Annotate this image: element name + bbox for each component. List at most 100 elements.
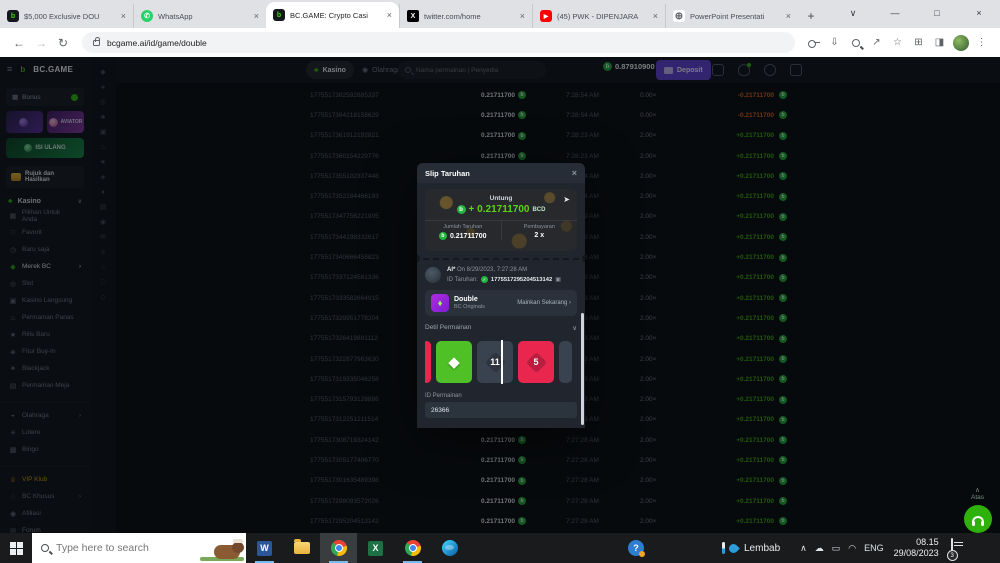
- verified-check-icon: ✓: [481, 276, 488, 283]
- bcd-coin-icon: b: [457, 205, 466, 214]
- tab-title: twitter.com/home: [424, 12, 517, 21]
- result-tile-red-partial: [425, 341, 431, 383]
- bookmark-star-icon[interactable]: ☆: [887, 32, 908, 53]
- tab-favicon: ✆: [141, 10, 153, 22]
- game-name: Double: [454, 296, 485, 303]
- weather-widget[interactable]: Lembab: [722, 542, 780, 554]
- browser-toolbar: ← → ↻ bcgame.ai/id/game/double ⇩ ↗ ☆ ⊞ ◨…: [0, 28, 1000, 57]
- tab-title: (45) PWK - DIPENJARA: [557, 12, 650, 21]
- browser-tab[interactable]: X twitter.com/home ×: [399, 4, 532, 28]
- notification-center[interactable]: 3: [951, 539, 953, 557]
- humidity-bar-icon: [722, 542, 725, 554]
- tab-search-icon[interactable]: ∨: [832, 0, 874, 26]
- taskbar-excel-icon[interactable]: X: [357, 533, 394, 563]
- user-avatar[interactable]: [425, 267, 441, 283]
- tray-icon[interactable]: ▭: [832, 543, 841, 554]
- play-now-link[interactable]: Mainkan Sekarang ›: [517, 300, 571, 306]
- reload-icon[interactable]: ↻: [52, 32, 74, 54]
- tray-icon[interactable]: ◠: [848, 543, 856, 554]
- close-button[interactable]: ×: [958, 0, 1000, 26]
- tab-close-icon[interactable]: ×: [387, 10, 392, 20]
- tab-title: WhatsApp: [158, 12, 251, 21]
- result-tile-11: 11: [477, 341, 513, 383]
- side-panel-icon[interactable]: ◨: [929, 32, 950, 53]
- menu-dots-icon[interactable]: ⋮: [971, 32, 992, 53]
- payout-value: 2 x: [534, 232, 544, 239]
- taskbar-word-icon[interactable]: W: [246, 533, 283, 563]
- modal-scrollbar[interactable]: [581, 313, 584, 425]
- game-row[interactable]: ♦ Double BC Originals Mainkan Sekarang ›: [425, 290, 577, 316]
- bet-id-label: ID Taruhan:: [447, 277, 478, 283]
- game-details-toggle[interactable]: Detil Permainan ∨: [425, 324, 577, 332]
- maximize-button[interactable]: □: [916, 0, 958, 26]
- language-indicator[interactable]: ENG: [864, 543, 884, 553]
- search-tabs-icon[interactable]: [845, 32, 866, 53]
- tab-title: PowerPoint Presentati: [690, 12, 783, 21]
- browser-tab[interactable]: b BC.GAME: Crypto Casi ×: [266, 2, 399, 28]
- date-text: 29/08/2023: [894, 548, 939, 559]
- taskbar-edge-icon[interactable]: [431, 533, 468, 563]
- tab-close-icon[interactable]: ×: [121, 11, 126, 21]
- search-icon: [41, 544, 49, 552]
- tab-favicon: ⊕: [673, 10, 685, 22]
- url-text: bcgame.ai/id/game/double: [107, 38, 207, 48]
- tab-title: $5,000 Exclusive DOU: [24, 12, 118, 21]
- taskbar-explorer-icon[interactable]: [283, 533, 320, 563]
- notification-badge: 3: [947, 550, 958, 561]
- result-strip: ◆ 11 5: [425, 340, 577, 384]
- tab-close-icon[interactable]: ×: [520, 11, 525, 21]
- support-chat-button[interactable]: [964, 505, 992, 533]
- bcd-coin-icon: b: [439, 232, 447, 240]
- ticket-perforation: [423, 258, 579, 260]
- new-tab-button[interactable]: +: [798, 4, 824, 28]
- browser-tab[interactable]: ▶ (45) PWK - DIPENJARA ×: [532, 4, 665, 28]
- profit-label: Untung: [425, 195, 577, 202]
- help-icon[interactable]: ?: [628, 540, 644, 556]
- game-provider: BC Originals: [454, 304, 485, 310]
- username[interactable]: Al*: [447, 267, 455, 273]
- headset-icon: [972, 516, 984, 523]
- profit-value: + 0.21711700: [469, 204, 530, 215]
- share-icon[interactable]: ➤: [563, 195, 570, 204]
- profit-card: Untung ➤ b + 0.21711700 BCD Jumlah Taruh…: [425, 189, 577, 251]
- close-icon[interactable]: ×: [572, 168, 577, 178]
- bet-amount-label: Jumlah Taruhan: [425, 224, 501, 230]
- back-icon[interactable]: ←: [8, 32, 30, 54]
- browser-tab[interactable]: b $5,000 Exclusive DOU ×: [0, 4, 133, 28]
- copy-icon[interactable]: ▣: [555, 276, 561, 283]
- tray-expand-icon[interactable]: ∧: [800, 543, 807, 554]
- system-tray: ∧ ☁ ▭ ◠ ENG: [800, 543, 883, 554]
- start-button[interactable]: [0, 533, 32, 563]
- tab-close-icon[interactable]: ×: [254, 11, 259, 21]
- taskbar-chrome-icon[interactable]: [394, 533, 431, 563]
- clock[interactable]: 08.15 29/08/2023: [894, 537, 939, 560]
- windows-taskbar: W X ? Lembab ∧ ☁▭◠ ENG 08.15 29/08/2023 …: [0, 533, 1000, 563]
- game-id-field[interactable]: 26366: [425, 402, 577, 418]
- share-icon[interactable]: ↗: [866, 32, 887, 53]
- tab-favicon: X: [407, 10, 419, 22]
- tab-close-icon[interactable]: ×: [786, 11, 791, 21]
- profile-avatar[interactable]: [950, 32, 971, 53]
- back-to-top-button[interactable]: ∧ Atas: [971, 487, 984, 501]
- browser-tab[interactable]: ✆ WhatsApp ×: [133, 4, 266, 28]
- tab-favicon: b: [273, 9, 285, 21]
- bet-amount-value: 0.21711700: [450, 233, 487, 240]
- window-controls: ∨ — □ ×: [832, 0, 1000, 26]
- taskbar-search-input[interactable]: [56, 542, 176, 554]
- tab-favicon: b: [7, 10, 19, 22]
- bet-timestamp: On 8/29/2023, 7:27:28 AM: [457, 267, 527, 273]
- password-key-icon[interactable]: [803, 32, 824, 53]
- tab-close-icon[interactable]: ×: [653, 11, 658, 21]
- tray-icon[interactable]: ☁: [815, 543, 824, 554]
- address-bar[interactable]: bcgame.ai/id/game/double: [82, 32, 795, 53]
- modal-title: Slip Taruhan: [425, 169, 470, 178]
- browser-tab[interactable]: ⊕ PowerPoint Presentati ×: [665, 4, 798, 28]
- forward-icon[interactable]: →: [30, 32, 52, 54]
- minimize-button[interactable]: —: [874, 0, 916, 26]
- screen: b $5,000 Exclusive DOU × ✆ WhatsApp × b …: [0, 0, 1000, 563]
- taskbar-chrome-active-icon[interactable]: [320, 533, 357, 563]
- search-highlight-image[interactable]: [200, 539, 244, 561]
- extensions-icon[interactable]: ⊞: [908, 32, 929, 53]
- install-icon[interactable]: ⇩: [824, 32, 845, 53]
- taskbar-search-box[interactable]: [32, 533, 246, 563]
